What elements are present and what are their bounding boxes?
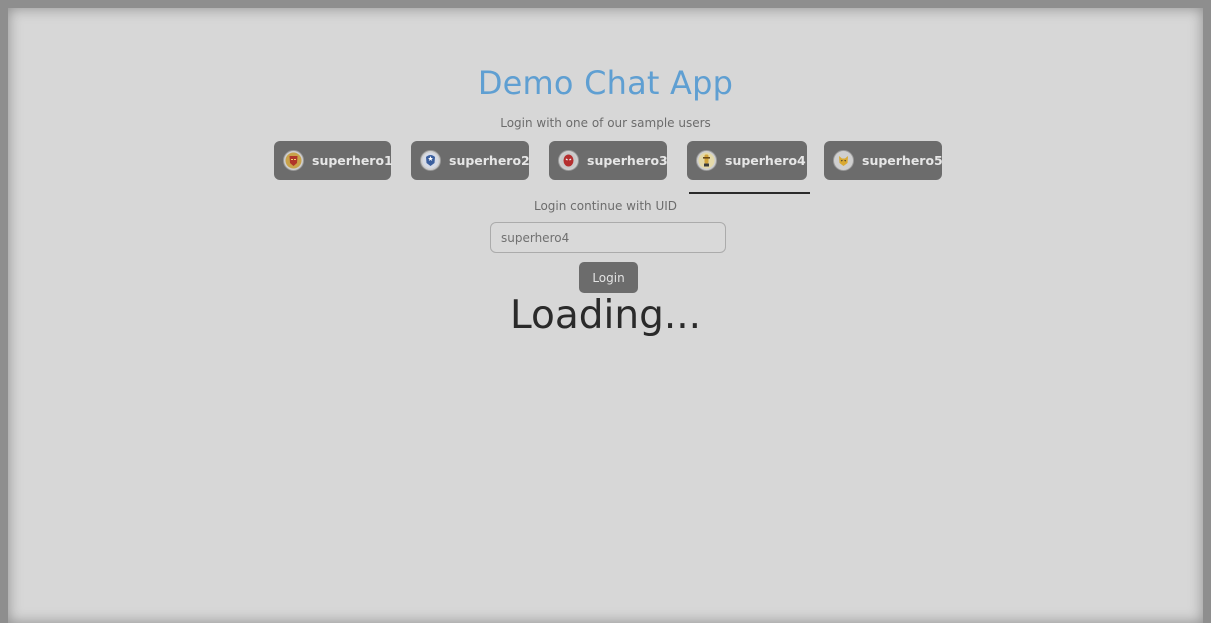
uid-login-label: Login continue with UID [533,199,677,213]
sample-user-list: superhero1 superhero2 superhero3 superhe… [0,141,1211,181]
user-button-label: superhero1 [312,153,393,168]
iron-man-avatar-icon [283,150,304,171]
user-button-label: superhero3 [587,153,668,168]
uid-input[interactable] [490,222,726,253]
user-button-label: superhero5 [862,153,943,168]
selected-user-indicator [689,192,810,194]
loading-text: Loading... [509,293,702,338]
user-button-label: superhero4 [725,153,806,168]
cyclops-avatar-icon [696,150,717,171]
page-title: Demo Chat App [477,64,734,102]
user-button-label: superhero2 [449,153,530,168]
user-button-superhero4[interactable]: superhero4 [687,141,807,180]
user-button-superhero2[interactable]: superhero2 [411,141,530,180]
user-button-superhero1[interactable]: superhero1 [274,141,393,180]
login-button[interactable]: Login [579,262,638,293]
wolverine-avatar-icon [833,150,854,171]
captain-america-avatar-icon [420,150,441,171]
user-button-superhero5[interactable]: superhero5 [824,141,943,180]
spider-man-avatar-icon [558,150,579,171]
sample-users-label: Login with one of our sample users [500,116,711,130]
user-button-superhero3[interactable]: superhero3 [549,141,668,180]
